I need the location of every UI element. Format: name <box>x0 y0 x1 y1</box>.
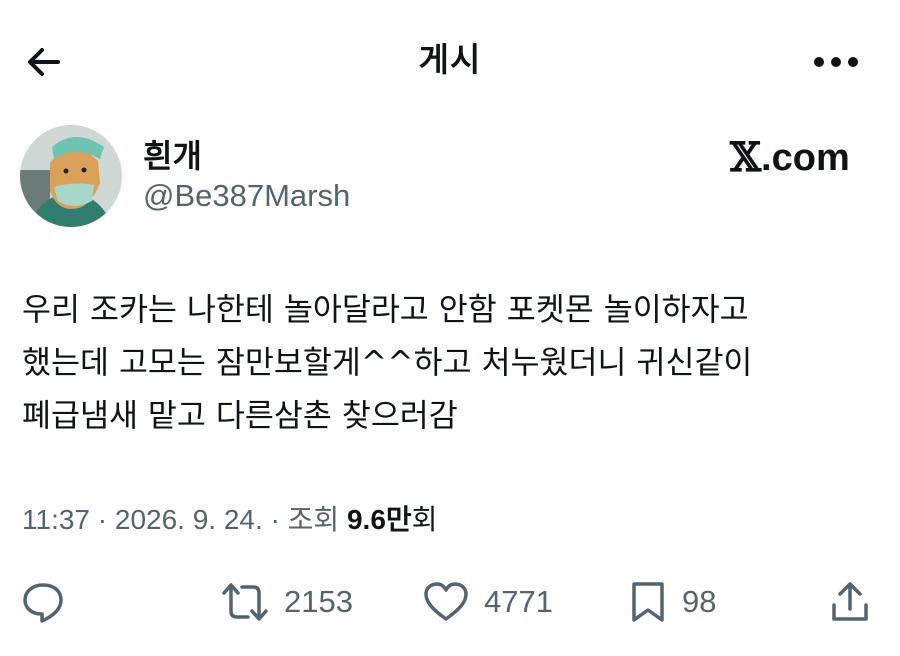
avatar[interactable] <box>20 125 122 227</box>
action-bar: 2153 4771 98 <box>0 570 900 634</box>
x-com-brand: 𝕏 .com <box>730 134 850 182</box>
views-unit: 회 <box>411 504 438 535</box>
tweet-line: 폐급냄새 맡고 다른삼촌 찾으러감 <box>22 398 458 434</box>
retweet-button[interactable]: 2153 <box>220 570 353 634</box>
bookmark-icon <box>632 582 664 622</box>
post-header: 게시 <box>0 0 900 120</box>
page-title: 게시 <box>418 40 482 79</box>
bookmark-count: 98 <box>682 584 717 619</box>
share-icon <box>832 582 868 621</box>
like-count: 4771 <box>484 584 553 619</box>
heart-icon <box>424 582 468 621</box>
bookmark-button[interactable]: 98 <box>628 570 716 634</box>
reply-button[interactable] <box>20 570 66 634</box>
tweet-text: 우리 조카는 나한테 놀아달라고 안함 포켓몬 놀이하자고 했는데 고모는 잠만… <box>22 284 882 443</box>
views-count: 9.6만 <box>346 504 412 535</box>
tweet-timestamp[interactable]: 11:37 · 2026. 9. 24. · 조회 <box>22 504 347 535</box>
reply-icon <box>23 583 63 623</box>
more-options-button[interactable] <box>808 42 864 82</box>
tweet-line: 우리 조카는 나한테 놀아달라고 안함 포켓몬 놀이하자고 <box>22 292 749 328</box>
share-button[interactable] <box>828 570 872 634</box>
x-logo-icon: 𝕏 <box>730 134 762 181</box>
brand-domain: .com <box>761 137 850 179</box>
dog-avatar-icon <box>20 125 122 227</box>
tweet-line: 했는데 고모는 잠만보할게^^하고 처누웠더니 귀신같이 <box>22 345 753 381</box>
author-handle[interactable]: @Be387Marsh <box>143 176 350 216</box>
author-display-name[interactable]: 흰개 <box>143 136 202 176</box>
tweet-meta: 11:37 · 2026. 9. 24. · 조회 9.6만회 <box>22 500 437 540</box>
like-button[interactable]: 4771 <box>422 570 553 634</box>
retweet-count: 2153 <box>284 584 353 619</box>
retweet-icon <box>222 583 268 621</box>
more-horizontal-icon <box>814 57 858 67</box>
